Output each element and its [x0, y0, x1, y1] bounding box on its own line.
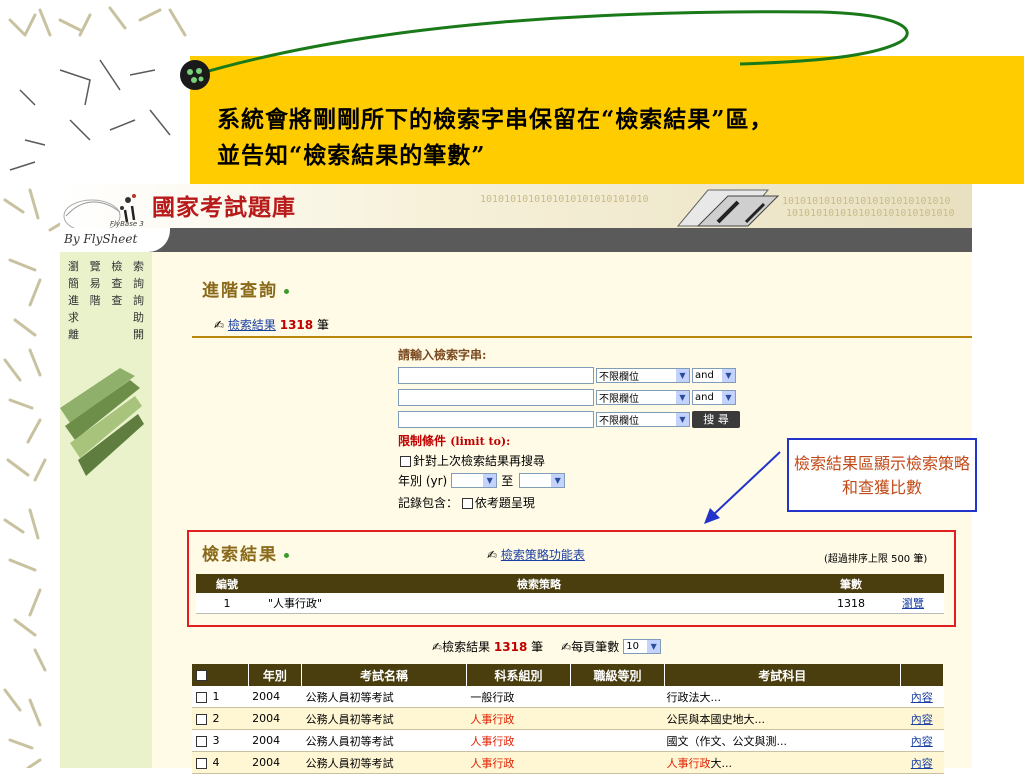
strategy-table-header: 編號 檢索策略 筆數 [196, 574, 944, 593]
strategy-row: 1 "人事行政" 1318 瀏覽 [196, 593, 944, 614]
row-checkbox[interactable] [196, 757, 207, 769]
result-count: 1318 [279, 318, 314, 332]
sidebar-menu: 瀏覽檢索 簡易查詢 進階查詢 求助 離開 [68, 258, 144, 343]
field-select-3[interactable]: 不限欄位 ▼ [596, 411, 690, 427]
strategy-menu-link[interactable]: 檢索策略功能表 [501, 548, 585, 562]
slide-title-line1: 系統會將剛剛所下的檢索字串保留在“檢索結果”區， [217, 106, 774, 133]
limit-note: (超過排序上限 500 筆) [824, 554, 928, 565]
brand-label: By FlySheet [64, 232, 138, 246]
chevron-down-icon: ▼ [722, 390, 735, 404]
divider [192, 336, 972, 338]
content-link[interactable]: 內容 [911, 735, 933, 748]
strategy-menu: ✍ 檢索策略功能表 [487, 546, 585, 563]
content-link[interactable]: 內容 [911, 691, 933, 704]
result-summary: ✍ 檢索結果 1318 筆 [214, 316, 329, 333]
sidebar-item-browse[interactable]: 瀏覽檢索 [68, 258, 144, 275]
query-row-3: 不限欄位 ▼ 搜 尋 [398, 410, 740, 428]
query-input-1[interactable] [398, 366, 594, 384]
pager: ✍ 檢索結果 1318 筆 ✍ 每頁筆數 10 ▼ [432, 638, 662, 655]
select-all-checkbox[interactable] [196, 670, 207, 681]
results-title: 檢索結果 [202, 540, 289, 565]
site-header: FlyBase 3 國家考試題庫 10101010101010101010101… [60, 184, 972, 230]
table-row: 1 2004 公務人員初等考試 一般行政 行政法大... 內容 [192, 686, 944, 708]
flybase-label: FlyBase 3 [110, 220, 144, 228]
annotation-callout: 檢索結果區顯示檢索策略和查獲比數 [787, 438, 977, 512]
row-checkbox[interactable] [196, 713, 207, 725]
search-button[interactable]: 搜 尋 [692, 410, 740, 428]
sidebar: 瀏覽檢索 簡易查詢 進階查詢 求助 離開 [60, 252, 152, 768]
table-row: 3 2004 公務人員初等考試 人事行政 國文（作文、公文與測... 內容 [192, 729, 944, 752]
header-bar [60, 228, 972, 252]
sidebar-item-help[interactable]: 求助 [68, 309, 144, 326]
row-checkbox[interactable] [196, 691, 207, 703]
chevron-down-icon: ▼ [647, 640, 661, 653]
pencil-icon: ✍ [561, 639, 572, 654]
field-select-1[interactable]: 不限欄位 ▼ [596, 367, 690, 383]
query-input-3[interactable] [398, 410, 594, 428]
results-table-header: 年別 考試名稱 科系組別 職級等別 考試科目 [192, 664, 944, 686]
year-from-select[interactable]: ▼ [451, 473, 498, 488]
book-stack-art [60, 368, 144, 476]
chevron-down-icon: ▼ [722, 368, 735, 382]
pencil-icon: ✍ [487, 548, 498, 562]
binary-decoration: 1010101010101010101010101010 [782, 196, 951, 207]
binary-decoration: 1010101010101010101010101010 [480, 194, 649, 205]
site-title: 國家考試題庫 [152, 194, 296, 221]
slide-title-line2: 並告知“檢索結果的筆數” [217, 142, 486, 169]
include-option: 記錄包含： 依考題呈現 [398, 496, 535, 510]
limit-label: 限制條件 (limit to): [398, 434, 511, 448]
sidebar-item-exit[interactable]: 離開 [68, 326, 144, 343]
query-row-2: 不限欄位 ▼ and ▼ [398, 388, 736, 406]
per-page-select[interactable]: 10 ▼ [623, 639, 662, 654]
title-dot-icon [284, 553, 289, 558]
table-row: 2 2004 公務人員初等考試 人事行政 公民與本國史地大... 內容 [192, 707, 944, 730]
result-unit: 筆 [316, 318, 329, 332]
chevron-down-icon: ▼ [676, 412, 689, 426]
chevron-down-icon: ▼ [483, 474, 497, 487]
operator-select-1[interactable]: and ▼ [692, 367, 736, 383]
sidebar-item-simple-search[interactable]: 簡易查詢 [68, 275, 144, 292]
year-range: 年別 (yr) ▼ 至 ▼ [398, 472, 566, 489]
results-table: 年別 考試名稱 科系組別 職級等別 考試科目 1 2004 公務人員初等考試 一… [192, 664, 944, 774]
pencil-icon: ✍ [214, 318, 225, 332]
chevron-down-icon: ▼ [676, 390, 689, 404]
document-stack-art [676, 189, 780, 227]
refine-option[interactable]: 針對上次檢索結果再搜尋 [400, 452, 545, 469]
chevron-down-icon: ▼ [551, 474, 565, 487]
operator-select-2[interactable]: and ▼ [692, 389, 736, 405]
row-checkbox[interactable] [196, 735, 207, 747]
table-row: 4 2004 公務人員初等考試 人事行政 人事行政大... 內容 [192, 751, 944, 774]
content-link[interactable]: 內容 [911, 713, 933, 726]
binary-decoration: 1010101010101010101010101010 [786, 208, 955, 219]
year-to-select[interactable]: ▼ [519, 473, 566, 488]
include-checkbox[interactable] [461, 498, 473, 509]
prompt-label: 請輸入檢索字串: [398, 348, 487, 362]
result-link[interactable]: 檢索結果 [228, 318, 276, 332]
query-row-1: 不限欄位 ▼ and ▼ [398, 366, 736, 384]
refine-checkbox[interactable] [400, 456, 411, 467]
strategy-table: 編號 檢索策略 筆數 1 "人事行政" 1318 瀏覽 [196, 574, 944, 614]
pencil-icon: ✍ [432, 639, 443, 654]
title-dot-icon [284, 289, 289, 294]
arrow-icon [704, 451, 781, 524]
chevron-down-icon: ▼ [676, 368, 689, 382]
advanced-search-title: 進階查詢 [202, 276, 289, 301]
slide-title: 系統會將剛剛所下的檢索字串保留在“檢索結果”區， 並告知“檢索結果的筆數” [217, 102, 937, 174]
query-input-2[interactable] [398, 388, 594, 406]
browse-link[interactable]: 瀏覽 [902, 597, 924, 610]
field-select-2[interactable]: 不限欄位 ▼ [596, 389, 690, 405]
sidebar-item-advanced-search[interactable]: 進階查詢 [68, 292, 144, 309]
